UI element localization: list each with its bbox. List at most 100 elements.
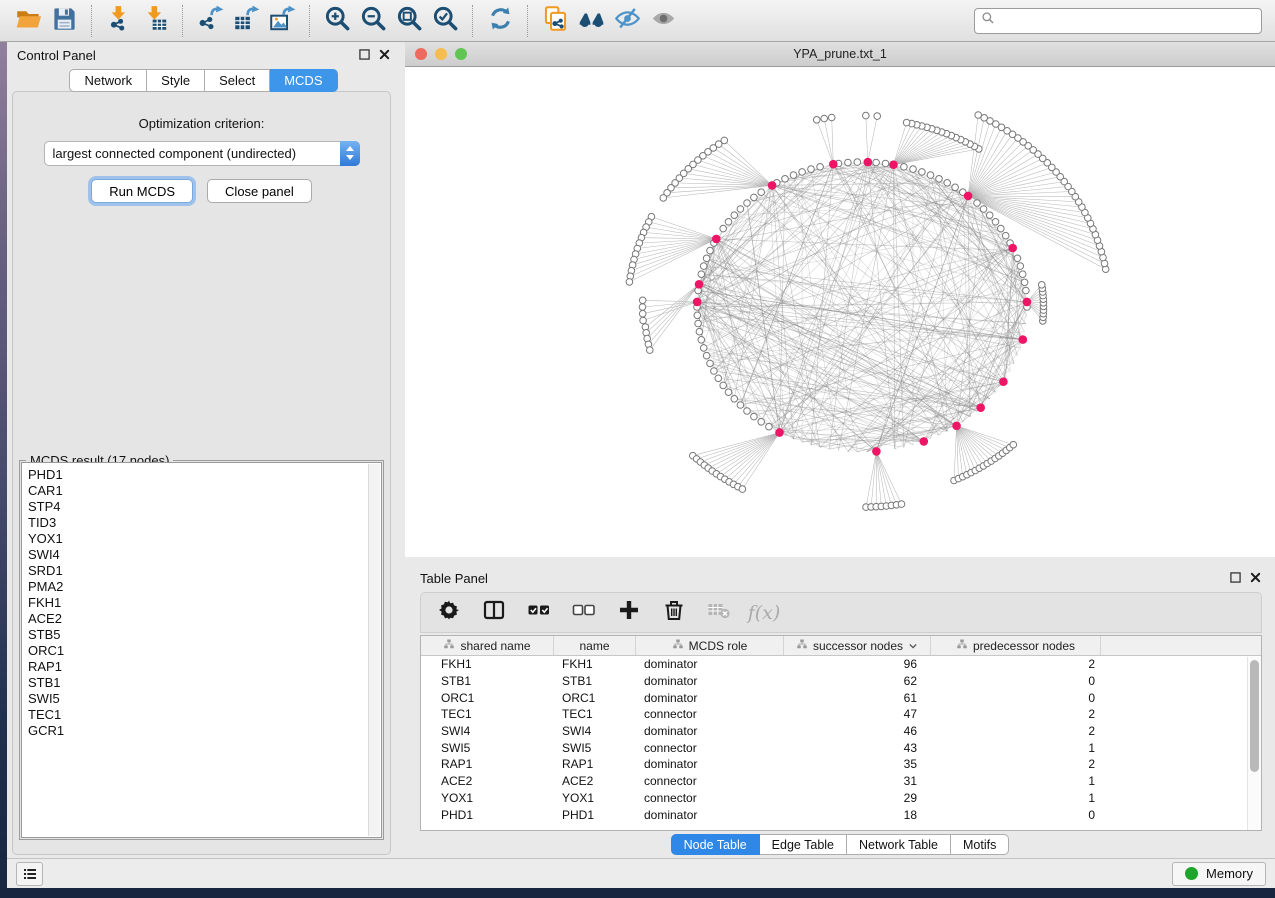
table-options-button[interactable] bbox=[433, 597, 465, 629]
export-table-button[interactable] bbox=[228, 3, 264, 39]
tab-network[interactable]: Network bbox=[69, 69, 147, 92]
table-cell: PHD1 bbox=[421, 808, 554, 822]
column-header-MCDS-role[interactable]: MCDS role bbox=[636, 636, 784, 655]
add-row-button[interactable] bbox=[613, 597, 645, 629]
table-row[interactable]: RAP1RAP1dominator352 bbox=[421, 756, 1261, 773]
apply-layout-button[interactable] bbox=[482, 3, 518, 39]
result-item[interactable]: SRD1 bbox=[28, 563, 365, 579]
table-cell: SWI4 bbox=[554, 724, 636, 738]
destroy-table-button[interactable] bbox=[703, 597, 735, 629]
table-row[interactable]: PHD1PHD1dominator180 bbox=[421, 806, 1261, 823]
result-item[interactable]: RAP1 bbox=[28, 659, 365, 675]
float-table-panel-icon[interactable] bbox=[1230, 571, 1241, 586]
export-image-button[interactable] bbox=[264, 3, 300, 39]
import-network-button[interactable] bbox=[101, 3, 137, 39]
zoom-fit-button[interactable] bbox=[391, 3, 427, 39]
result-item[interactable]: TID3 bbox=[28, 515, 365, 531]
table-row[interactable]: TEC1TEC1connector472 bbox=[421, 706, 1261, 723]
zoom-out-button[interactable] bbox=[355, 3, 391, 39]
zoom-selected-button[interactable] bbox=[427, 3, 463, 39]
table-scrollbar[interactable] bbox=[1247, 657, 1261, 830]
table-options-icon bbox=[437, 598, 461, 627]
table-row[interactable]: YOX1YOX1connector291 bbox=[421, 790, 1261, 807]
result-item[interactable]: PMA2 bbox=[28, 579, 365, 595]
close-panel-icon[interactable] bbox=[379, 48, 390, 63]
result-item[interactable]: GCR1 bbox=[28, 723, 365, 739]
column-header-predecessor-nodes[interactable]: predecessor nodes bbox=[931, 636, 1101, 655]
export-network-button[interactable] bbox=[192, 3, 228, 39]
table-cell: RAP1 bbox=[421, 757, 554, 771]
tab-select[interactable]: Select bbox=[205, 69, 270, 92]
result-item[interactable]: ORC1 bbox=[28, 643, 365, 659]
table-cell: 2 bbox=[931, 657, 1101, 671]
save-session-button[interactable] bbox=[46, 3, 82, 39]
table-cell: SWI5 bbox=[421, 741, 554, 755]
table-row[interactable]: SWI5SWI5connector431 bbox=[421, 739, 1261, 756]
column-header-name[interactable]: name bbox=[554, 636, 636, 655]
show-columns-button[interactable] bbox=[478, 597, 510, 629]
binoculars-button[interactable] bbox=[573, 3, 609, 39]
table-row[interactable]: ACE2ACE2connector311 bbox=[421, 773, 1261, 790]
float-panel-icon[interactable] bbox=[359, 48, 370, 63]
zoom-in-button[interactable] bbox=[319, 3, 355, 39]
table-row[interactable]: SWI4SWI4dominator462 bbox=[421, 723, 1261, 740]
result-item[interactable]: PHD1 bbox=[28, 467, 365, 483]
run-mcds-button[interactable]: Run MCDS bbox=[91, 179, 193, 203]
search-input[interactable] bbox=[999, 13, 1255, 28]
network-window-titlebar[interactable]: YPA_prune.txt_1 bbox=[405, 42, 1275, 67]
table-scrollbar-thumb[interactable] bbox=[1250, 660, 1259, 772]
tab-mcds[interactable]: MCDS bbox=[270, 69, 337, 92]
close-panel-button[interactable]: Close panel bbox=[207, 179, 312, 203]
optimization-criterion-select[interactable]: largest connected component (undirected) bbox=[44, 141, 360, 166]
result-item[interactable]: STP4 bbox=[28, 499, 365, 515]
result-item[interactable]: ACE2 bbox=[28, 611, 365, 627]
result-item[interactable]: CAR1 bbox=[28, 483, 365, 499]
memory-button[interactable]: Memory bbox=[1172, 862, 1266, 886]
result-item[interactable]: SWI5 bbox=[28, 691, 365, 707]
result-item[interactable]: TEC1 bbox=[28, 707, 365, 723]
tab-node-table[interactable]: Node Table bbox=[671, 834, 760, 855]
table-cell: connector bbox=[636, 707, 784, 721]
visibility-button[interactable] bbox=[645, 3, 681, 39]
visibility-off-button[interactable] bbox=[609, 3, 645, 39]
copy-network-view-icon bbox=[542, 5, 569, 37]
copy-network-view-button[interactable] bbox=[537, 3, 573, 39]
select-all-rows-button[interactable] bbox=[523, 597, 555, 629]
mcds-result-list[interactable]: PHD1CAR1STP4TID3YOX1SWI4SRD1PMA2FKH1ACE2… bbox=[21, 462, 382, 838]
close-window-icon[interactable] bbox=[415, 48, 427, 60]
table-cell: RAP1 bbox=[554, 757, 636, 771]
network-graph[interactable] bbox=[405, 67, 1275, 557]
result-item[interactable]: FKH1 bbox=[28, 595, 365, 611]
column-header-successor-nodes[interactable]: successor nodes bbox=[784, 636, 931, 655]
open-file-button[interactable] bbox=[10, 3, 46, 39]
table-row[interactable]: FKH1FKH1dominator962 bbox=[421, 656, 1261, 673]
optimization-criterion-value: largest connected component (undirected) bbox=[45, 146, 340, 161]
tab-edge-table[interactable]: Edge Table bbox=[760, 834, 847, 855]
import-table-button[interactable] bbox=[137, 3, 173, 39]
table-cell: 47 bbox=[784, 707, 931, 721]
table-row[interactable]: ORC1ORC1dominator610 bbox=[421, 689, 1261, 706]
minimize-window-icon[interactable] bbox=[435, 48, 447, 60]
column-header-shared-name[interactable]: shared name bbox=[421, 636, 554, 655]
horizontal-splitter[interactable] bbox=[405, 557, 1275, 565]
zoom-in-icon bbox=[324, 5, 351, 37]
column-type-icon bbox=[443, 638, 455, 653]
network-canvas[interactable] bbox=[405, 67, 1275, 557]
result-list-scrollbar[interactable] bbox=[368, 464, 380, 836]
result-item[interactable]: SWI4 bbox=[28, 547, 365, 563]
maximize-window-icon[interactable] bbox=[455, 48, 467, 60]
table-row[interactable]: STB1STB1dominator620 bbox=[421, 673, 1261, 690]
tab-style[interactable]: Style bbox=[147, 69, 205, 92]
result-item[interactable]: YOX1 bbox=[28, 531, 365, 547]
deselect-all-rows-button[interactable] bbox=[568, 597, 600, 629]
tab-network-table[interactable]: Network Table bbox=[847, 834, 951, 855]
search-box[interactable] bbox=[974, 8, 1262, 34]
delete-rows-button[interactable] bbox=[658, 597, 690, 629]
task-history-button[interactable] bbox=[16, 862, 43, 886]
result-item[interactable]: STB5 bbox=[28, 627, 365, 643]
tab-motifs[interactable]: Motifs bbox=[951, 834, 1009, 855]
result-item[interactable]: STB1 bbox=[28, 675, 365, 691]
close-table-panel-icon[interactable] bbox=[1250, 571, 1261, 586]
function-builder-button[interactable]: f(x) bbox=[748, 597, 780, 629]
function-builder-icon: f(x) bbox=[748, 602, 781, 624]
